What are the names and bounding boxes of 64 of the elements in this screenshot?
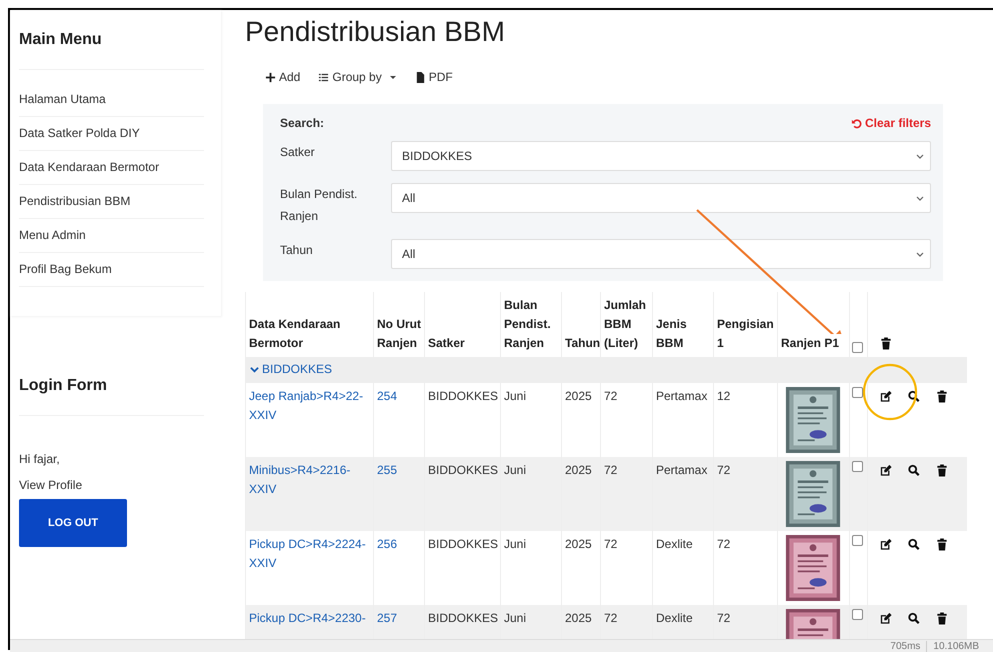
login-title: Login Form xyxy=(19,361,204,416)
table-cell: 72 xyxy=(714,457,778,531)
menu-item[interactable]: Data Kendaraan Bermotor xyxy=(19,160,204,185)
search-icon[interactable] xyxy=(908,464,920,478)
row-checkbox[interactable] xyxy=(852,609,863,620)
undo-icon xyxy=(850,118,862,128)
number-link[interactable]: 254 xyxy=(377,387,421,406)
logout-button[interactable]: LOG OUT xyxy=(19,499,127,547)
chevron-down-icon xyxy=(916,252,924,256)
menu-item[interactable]: Data Satker Polda DIY xyxy=(19,126,204,151)
row-checkbox[interactable] xyxy=(852,387,863,398)
list-icon xyxy=(318,72,330,82)
menu-item[interactable]: Pendistribusian BBM xyxy=(19,194,204,219)
table-cell: 2025 xyxy=(562,457,600,531)
file-icon xyxy=(414,72,426,82)
add-button[interactable]: Add xyxy=(265,70,300,84)
search-icon[interactable] xyxy=(908,612,920,626)
row-checkbox[interactable] xyxy=(852,461,863,472)
menu-item[interactable]: Halaman Utama xyxy=(19,92,204,117)
trash-icon[interactable] xyxy=(936,464,948,478)
edit-icon[interactable] xyxy=(880,390,892,404)
edit-icon[interactable] xyxy=(880,464,892,478)
filter-dropdown[interactable]: All xyxy=(391,183,931,213)
trash-icon[interactable] xyxy=(936,538,948,552)
search-icon[interactable] xyxy=(908,538,920,552)
memory-text: 10.106MB xyxy=(926,640,979,652)
table-cell: Pertamax xyxy=(652,457,714,531)
clear-filters-link[interactable]: Clear filters xyxy=(850,116,931,130)
trash-icon[interactable] xyxy=(936,612,948,626)
pdf-button[interactable]: PDF xyxy=(414,70,453,84)
menu-title: Main Menu xyxy=(19,10,204,70)
annotation-circle xyxy=(862,364,918,420)
filter-label: Bulan Pendist. Ranjen xyxy=(280,186,358,225)
chevron-down-icon xyxy=(916,154,924,158)
row-checkbox[interactable] xyxy=(852,535,863,546)
caret-icon xyxy=(388,74,397,80)
view-profile-link[interactable]: View Profile xyxy=(19,478,211,492)
table-cell: Juni xyxy=(500,457,562,531)
table-cell: 72 xyxy=(600,457,652,531)
filter-label: Satker xyxy=(280,144,316,161)
edit-icon[interactable] xyxy=(880,612,892,626)
vehicle-link[interactable]: Jeep Ranjab>R4>22-XXIV xyxy=(249,387,370,425)
select-all-checkbox[interactable] xyxy=(852,342,863,353)
chevron-down-icon xyxy=(916,196,924,200)
edit-icon[interactable] xyxy=(880,538,892,552)
number-link[interactable]: 256 xyxy=(377,535,421,554)
trash-icon[interactable] xyxy=(880,337,892,350)
trash-icon[interactable] xyxy=(936,390,948,404)
search-label: Search: xyxy=(280,116,324,130)
filter-dropdown[interactable]: BIDDOKKES xyxy=(391,141,931,171)
filter-label: Tahun xyxy=(280,242,314,259)
menu-item[interactable]: Menu Admin xyxy=(19,228,204,253)
group-button[interactable]: Group by xyxy=(318,70,397,84)
group-toggle[interactable]: BIDDOKKES xyxy=(250,360,332,379)
chevron-down-icon xyxy=(250,365,259,374)
page-title: Pendistribusian BBM xyxy=(245,16,506,48)
table-cell: BIDDOKKES xyxy=(424,457,500,531)
time-text: 705ms xyxy=(890,640,920,652)
plus-icon xyxy=(265,72,276,82)
vehicle-link[interactable]: Pickup DC>R4>2224-XXIV xyxy=(249,535,370,573)
filter-dropdown[interactable]: All xyxy=(391,239,931,269)
menu-item[interactable]: Profil Bag Bekum xyxy=(19,262,204,287)
greeting-text: Hi fajar, xyxy=(19,452,61,466)
search-icon[interactable] xyxy=(908,390,920,404)
